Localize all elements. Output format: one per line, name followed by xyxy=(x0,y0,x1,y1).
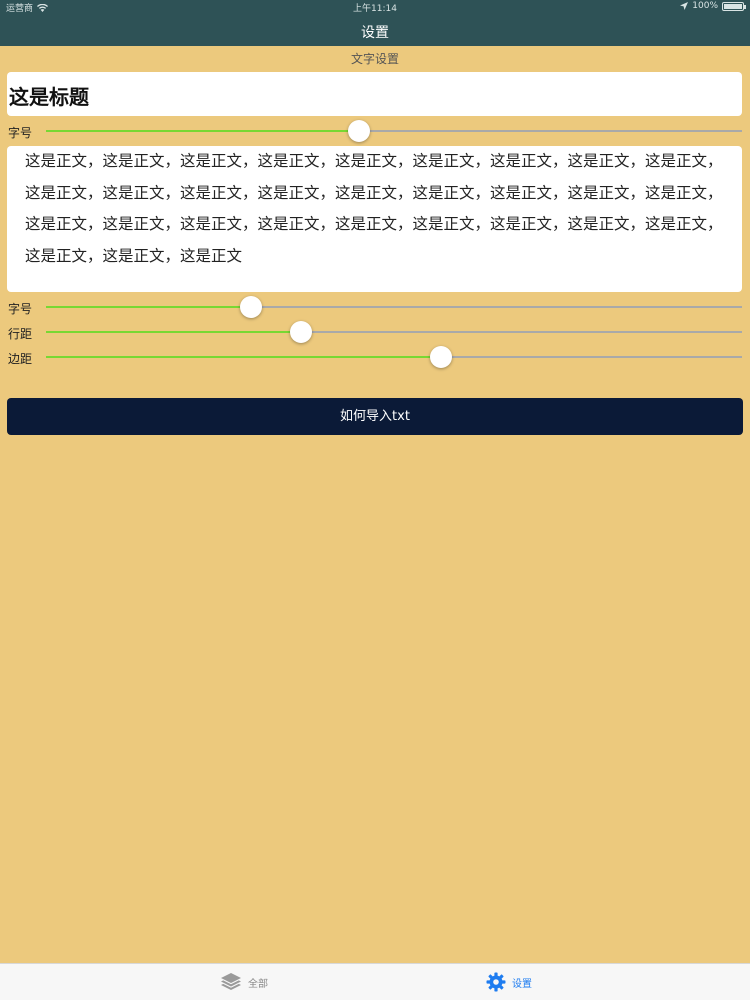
page-title: 设置 xyxy=(361,25,389,41)
slider-thumb[interactable] xyxy=(290,321,313,343)
line-spacing-slider[interactable]: 行距 xyxy=(7,321,742,343)
how-to-import-txt-button[interactable]: 如何导入txt xyxy=(7,398,743,435)
status-right: 100% xyxy=(680,1,746,11)
slider-track[interactable] xyxy=(46,296,742,318)
layers-icon xyxy=(221,973,241,990)
status-time: 上午11:14 xyxy=(353,4,397,14)
slider-track[interactable] xyxy=(46,120,742,142)
slider-track[interactable] xyxy=(46,346,742,368)
battery-percent: 100% xyxy=(692,1,718,11)
slider-track[interactable] xyxy=(46,321,742,343)
battery-icon xyxy=(722,1,746,11)
tab-settings[interactable]: 设置 xyxy=(486,970,532,994)
slider-thumb[interactable] xyxy=(348,120,371,142)
slider-thumb[interactable] xyxy=(430,346,453,368)
slider-fill xyxy=(46,306,252,308)
slider-fill xyxy=(46,130,360,132)
location-arrow-icon xyxy=(680,2,689,10)
battery-fill xyxy=(724,3,742,9)
tab-label: 全部 xyxy=(248,978,268,990)
tab-bar: 全部 设置 xyxy=(0,963,750,1000)
title-preview: 这是标题 xyxy=(7,72,742,116)
slider-label: 字号 xyxy=(8,126,33,140)
slider-fill xyxy=(46,331,302,333)
gear-icon xyxy=(486,972,506,992)
status-bar: 运营商 上午11:14 100% xyxy=(0,0,750,14)
navigation-header: 运营商 上午11:14 100% 设置 xyxy=(0,0,750,46)
slider-label: 字号 xyxy=(8,302,33,316)
body-font-size-slider[interactable]: 字号 xyxy=(7,296,742,318)
slider-fill xyxy=(46,356,442,358)
slider-label: 边距 xyxy=(8,352,33,366)
body-preview: 这是正文，这是正文，这是正文，这是正文，这是正文，这是正文，这是正文，这是正文，… xyxy=(7,146,742,292)
tab-label: 设置 xyxy=(512,978,532,990)
slider-label: 行距 xyxy=(8,327,33,341)
slider-thumb[interactable] xyxy=(240,296,263,318)
title-font-size-slider[interactable]: 字号 xyxy=(7,120,742,142)
margin-slider[interactable]: 边距 xyxy=(7,346,742,368)
tab-all[interactable]: 全部 xyxy=(220,970,268,994)
section-title: 文字设置 xyxy=(350,52,399,66)
